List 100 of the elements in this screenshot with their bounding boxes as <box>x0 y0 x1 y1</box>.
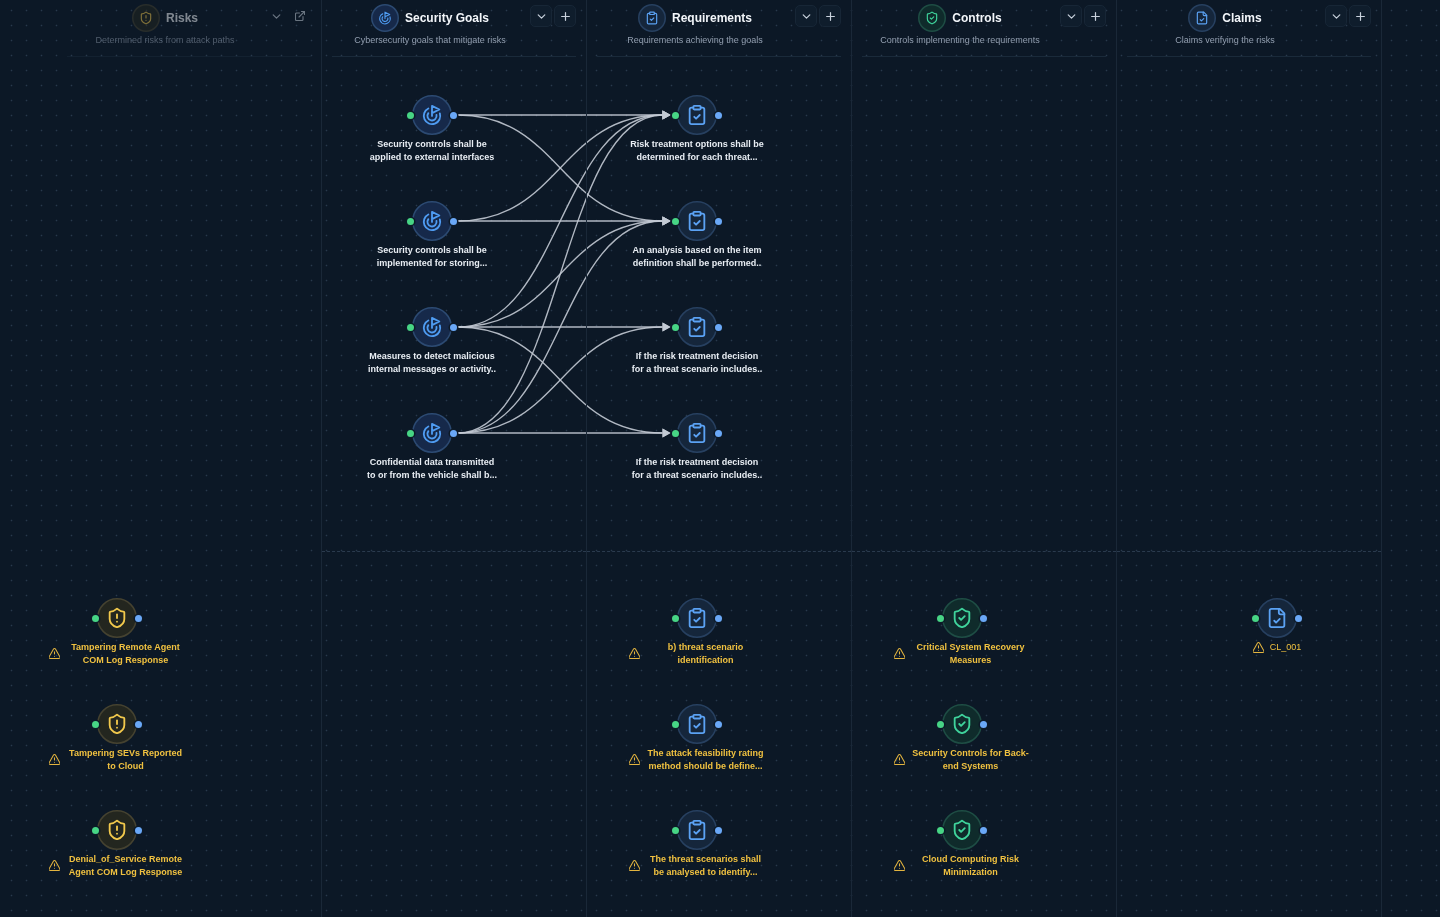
node-label: Tampering Remote Agent COM Log Response <box>70 641 181 666</box>
column-title: Security Goals <box>404 10 489 25</box>
warning-icon <box>48 754 60 765</box>
port-dot-icon[interactable] <box>937 614 944 622</box>
node-label: Critical System Recovery Measures <box>915 641 1026 666</box>
node-label: Denial_of_Service Remote Agent COM Log Response <box>67 853 184 878</box>
port-dot-icon[interactable] <box>1295 614 1302 622</box>
clipboard-check-icon[interactable] <box>677 413 717 453</box>
port-dot-icon[interactable] <box>937 720 944 728</box>
port-dot-icon[interactable] <box>715 323 722 331</box>
shield-check-icon[interactable] <box>942 598 982 638</box>
target-flag-icon[interactable] <box>412 413 452 453</box>
collapse-button[interactable] <box>795 5 817 27</box>
warning-icon <box>48 648 60 659</box>
port-dot-icon[interactable] <box>672 826 679 834</box>
plus-icon <box>824 10 836 22</box>
node-label: An analysis based on the item definition shall be performed.. <box>631 244 763 269</box>
port-dot-icon[interactable] <box>92 720 99 728</box>
clipboard-check-icon[interactable] <box>677 704 717 744</box>
warning-icon <box>893 754 905 765</box>
column-title: Controls <box>952 10 1002 25</box>
collapse-button[interactable] <box>1325 5 1347 27</box>
collapse-button[interactable] <box>530 5 552 27</box>
port-dot-icon[interactable] <box>1252 614 1259 622</box>
port-dot-icon[interactable] <box>980 826 987 834</box>
port-dot-icon[interactable] <box>937 826 944 834</box>
target-flag-icon[interactable] <box>412 95 452 135</box>
port-dot-icon[interactable] <box>715 826 722 834</box>
node-label: Security controls shall be applied to external interfaces <box>368 138 496 163</box>
port-dot-icon[interactable] <box>715 614 722 622</box>
port-dot-icon[interactable] <box>450 323 457 331</box>
port-dot-icon[interactable] <box>450 217 457 225</box>
port-dot-icon[interactable] <box>672 323 679 331</box>
shield-alert-icon[interactable] <box>97 704 137 744</box>
port-dot-icon[interactable] <box>672 614 679 622</box>
port-dot-icon[interactable] <box>980 614 987 622</box>
file-check-icon <box>1188 3 1217 32</box>
warning-icon <box>628 754 640 765</box>
clipboard-check-icon[interactable] <box>677 810 717 850</box>
target-flag-icon[interactable] <box>412 307 452 347</box>
port-dot-icon[interactable] <box>92 614 99 622</box>
port-dot-icon[interactable] <box>407 323 414 331</box>
add-button[interactable] <box>1349 5 1371 27</box>
node-label: Confidential data transmitted to or from the vehicle shall b... <box>366 456 498 481</box>
clipboard-check-icon[interactable] <box>677 95 717 135</box>
add-button[interactable] <box>1084 5 1106 27</box>
port-dot-icon[interactable] <box>715 111 722 119</box>
clipboard-check-icon[interactable] <box>677 307 717 347</box>
shield-check-icon[interactable] <box>942 810 982 850</box>
collapse-button[interactable] <box>1060 5 1082 27</box>
port-dot-icon[interactable] <box>92 826 99 834</box>
port-dot-icon[interactable] <box>715 217 722 225</box>
warning-icon <box>893 860 905 871</box>
column-subtitle: Controls implementing the requirements <box>880 35 1040 45</box>
warning-icon <box>628 648 640 659</box>
node-label: Security Controls for Back-end Systems <box>911 747 1030 772</box>
warning-icon <box>48 860 60 871</box>
warning-icon <box>1252 641 1264 653</box>
clipboard-check-icon <box>638 3 666 32</box>
add-button[interactable] <box>819 5 841 27</box>
plus-icon <box>559 10 571 22</box>
clipboard-check-icon[interactable] <box>677 598 717 638</box>
port-dot-icon[interactable] <box>450 111 457 119</box>
port-dot-icon[interactable] <box>407 429 414 437</box>
port-dot-icon[interactable] <box>407 111 414 119</box>
add-button[interactable] <box>554 5 576 27</box>
port-dot-icon[interactable] <box>715 720 722 728</box>
node-label: Risk treatment options shall be determined for each threat... <box>629 138 765 163</box>
node-label: Tampering SEVs Reported to Cloud <box>68 747 183 772</box>
port-dot-icon[interactable] <box>450 429 457 437</box>
column-title: Risks <box>166 10 198 25</box>
shield-check-icon[interactable] <box>942 704 982 744</box>
column-subtitle: Determined risks from attack paths <box>95 35 235 45</box>
node-label: The threat scenarios shall be analysed to identify... <box>648 853 762 878</box>
node-label: Security controls shall be implemented for storing... <box>375 244 489 269</box>
node-label: If the risk treatment decision for a threat scenario includes.. <box>630 456 764 481</box>
shield-alert-icon[interactable] <box>97 810 137 850</box>
port-dot-icon[interactable] <box>135 614 142 622</box>
external-link-icon <box>295 11 305 21</box>
column-subtitle: Requirements achieving the goals <box>627 35 763 45</box>
node-label: b) threat scenario identification <box>666 641 745 666</box>
port-dot-icon[interactable] <box>715 429 722 437</box>
node-label: Cloud Computing Risk Minimization <box>921 853 1020 878</box>
port-dot-icon[interactable] <box>672 111 679 119</box>
file-check-icon[interactable] <box>1257 598 1297 638</box>
target-flag-icon <box>370 3 399 32</box>
clipboard-check-icon[interactable] <box>677 201 717 241</box>
port-dot-icon[interactable] <box>135 720 142 728</box>
port-dot-icon[interactable] <box>980 720 987 728</box>
port-dot-icon[interactable] <box>407 217 414 225</box>
port-dot-icon[interactable] <box>672 217 679 225</box>
column-title: Claims <box>1222 10 1262 25</box>
target-flag-icon[interactable] <box>412 201 452 241</box>
port-dot-icon[interactable] <box>672 720 679 728</box>
plus-icon <box>1089 10 1101 22</box>
warning-icon <box>893 648 905 659</box>
port-dot-icon[interactable] <box>135 826 142 834</box>
shield-alert-icon[interactable] <box>97 598 137 638</box>
column-subtitle: Cybersecurity goals that mitigate risks <box>354 35 506 45</box>
port-dot-icon[interactable] <box>672 429 679 437</box>
